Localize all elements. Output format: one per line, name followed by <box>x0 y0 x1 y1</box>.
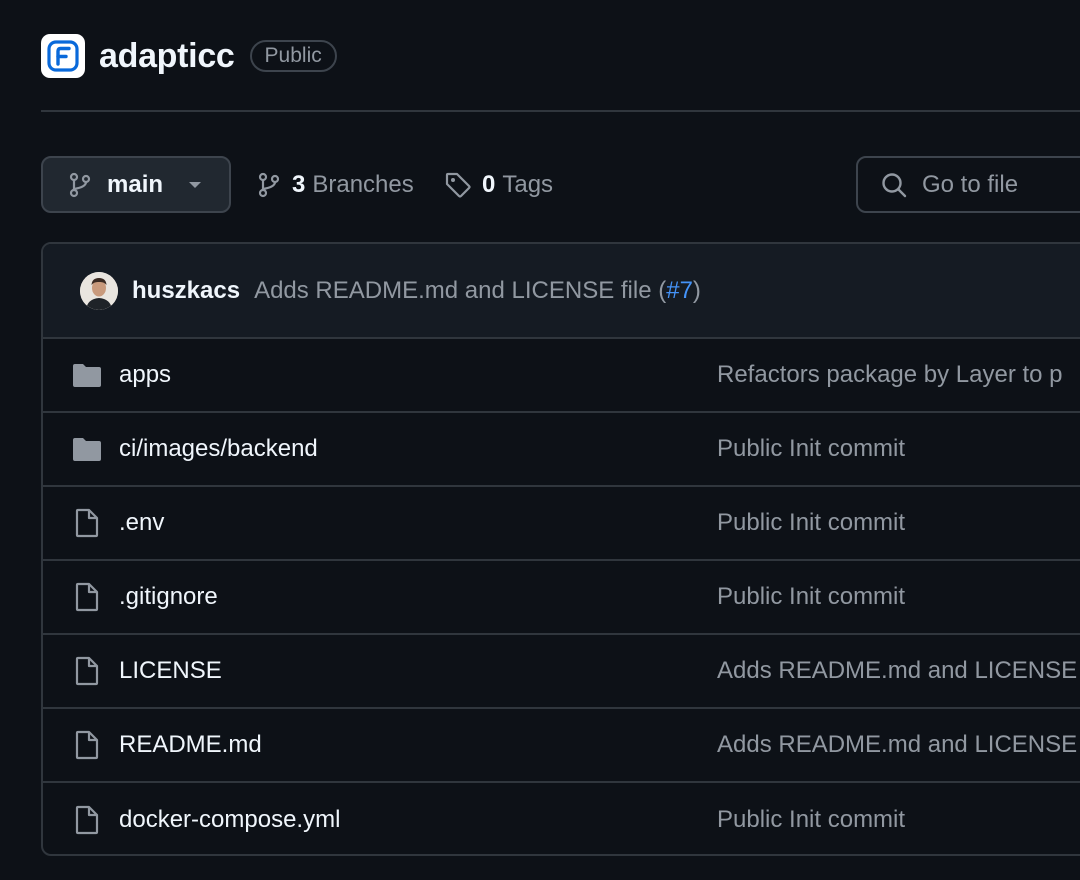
branches-count: 3 <box>292 171 306 198</box>
file-icon <box>71 655 103 687</box>
folder-icon <box>71 359 103 391</box>
repo-name[interactable]: adapticc <box>99 37 235 76</box>
tag-icon <box>444 171 472 199</box>
file-row[interactable]: apps Refactors package by Layer to p <box>43 339 1080 413</box>
file-icon <box>71 804 103 836</box>
branch-label: main <box>107 170 164 198</box>
file-row[interactable]: ci/images/backend Public Init commit <box>43 413 1080 487</box>
file-name-link[interactable]: README.md <box>119 731 262 759</box>
file-last-commit-link[interactable]: Public Init commit <box>717 806 905 834</box>
commit-author[interactable]: huszkacs <box>132 277 240 305</box>
visibility-badge: Public <box>249 40 337 72</box>
file-icon <box>71 729 103 761</box>
file-name-link[interactable]: .gitignore <box>119 583 218 611</box>
file-name-link[interactable]: apps <box>119 361 171 389</box>
latest-commit-bar: huszkacs Adds README.md and LICENSE file… <box>43 244 1080 339</box>
branch-selector-button[interactable]: main <box>41 156 231 213</box>
tags-count: 0 <box>482 171 496 198</box>
search-icon <box>880 171 908 199</box>
git-branch-icon <box>67 172 93 198</box>
file-row[interactable]: LICENSE Adds README.md and LICENSE <box>43 635 1080 709</box>
branches-link[interactable]: 3 Branches <box>256 165 414 205</box>
avatar[interactable] <box>80 271 118 310</box>
file-last-commit-link[interactable]: Public Init commit <box>717 509 905 537</box>
tags-label: Tags <box>502 171 554 198</box>
repo-logo-icon[interactable] <box>41 34 85 78</box>
go-to-file-search[interactable] <box>856 156 1080 213</box>
folder-icon <box>71 433 103 465</box>
file-name-link[interactable]: docker-compose.yml <box>119 806 340 834</box>
file-row[interactable]: README.md Adds README.md and LICENSE <box>43 709 1080 783</box>
header-divider <box>41 110 1080 112</box>
file-icon <box>71 581 103 613</box>
commit-message[interactable]: Adds README.md and LICENSE file (#7) <box>254 277 701 305</box>
repo-header: adapticc Public <box>41 33 337 79</box>
go-to-file-input[interactable] <box>922 170 1080 199</box>
commit-message-suffix: ) <box>692 276 701 304</box>
git-branch-icon <box>256 172 282 198</box>
file-row[interactable]: .env Public Init commit <box>43 487 1080 561</box>
file-icon <box>71 507 103 539</box>
file-row[interactable]: .gitignore Public Init commit <box>43 561 1080 635</box>
file-name-link[interactable]: ci/images/backend <box>119 435 318 463</box>
file-row[interactable]: docker-compose.yml Public Init commit <box>43 783 1080 854</box>
commit-message-text: Adds README.md and LICENSE file ( <box>254 276 667 304</box>
file-last-commit-link[interactable]: Adds README.md and LICENSE <box>717 657 1077 685</box>
file-table: huszkacs Adds README.md and LICENSE file… <box>41 242 1080 856</box>
tags-link[interactable]: 0 Tags <box>444 165 553 205</box>
branches-label: Branches <box>312 171 414 198</box>
file-last-commit-link[interactable]: Public Init commit <box>717 435 905 463</box>
file-last-commit-link[interactable]: Refactors package by Layer to p <box>717 361 1063 389</box>
pull-request-link[interactable]: #7 <box>666 277 693 304</box>
file-name-link[interactable]: .env <box>119 509 164 537</box>
file-name-link[interactable]: LICENSE <box>119 657 222 685</box>
file-last-commit-link[interactable]: Public Init commit <box>717 583 905 611</box>
file-list: apps Refactors package by Layer to p ci/im… <box>43 339 1080 854</box>
file-last-commit-link[interactable]: Adds README.md and LICENSE <box>717 731 1077 759</box>
repo-page: adapticc Public main 3 Branches 0 Tags G… <box>0 0 1080 880</box>
chevron-down-icon <box>187 180 203 190</box>
